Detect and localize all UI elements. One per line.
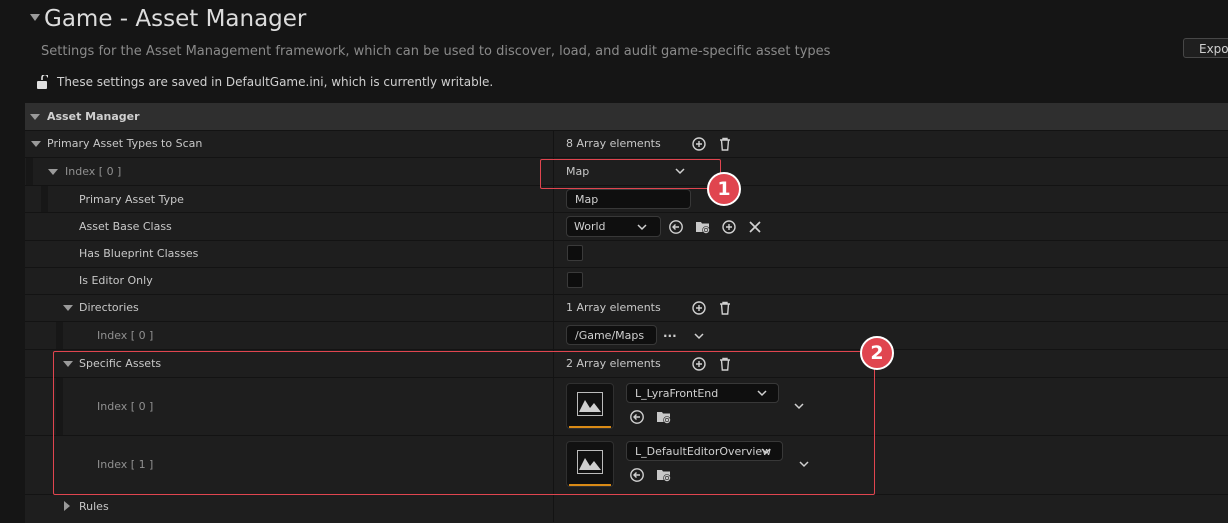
writable-notice: These settings are saved in DefaultGame.… bbox=[57, 75, 494, 89]
has-blueprint-classes-checkbox[interactable] bbox=[567, 245, 583, 261]
chevron-down-icon[interactable] bbox=[693, 331, 705, 341]
rules-label: Rules bbox=[79, 500, 109, 513]
callout-box-1 bbox=[540, 159, 721, 189]
more-options-button[interactable]: ... bbox=[663, 326, 677, 340]
collapse-caret-icon[interactable] bbox=[30, 14, 40, 21]
add-element-icon[interactable] bbox=[691, 136, 707, 152]
section-title: Asset Manager bbox=[47, 110, 140, 123]
use-selected-icon[interactable] bbox=[668, 219, 684, 235]
section-collapse-icon[interactable] bbox=[30, 114, 40, 120]
indent-guide bbox=[56, 322, 63, 349]
directories-count: 1 Array elements bbox=[566, 301, 661, 314]
callout-box-2 bbox=[53, 351, 875, 495]
callout-badge-1: 1 bbox=[707, 172, 741, 206]
expand-index-0-icon[interactable] bbox=[48, 169, 58, 175]
has-blueprint-classes-label: Has Blueprint Classes bbox=[79, 247, 199, 260]
add-element-icon[interactable] bbox=[691, 300, 707, 316]
trash-icon[interactable] bbox=[717, 300, 733, 316]
add-element-icon[interactable] bbox=[721, 219, 737, 235]
directory-path-input[interactable]: /Game/Maps bbox=[566, 325, 657, 345]
asset-base-class-label: Asset Base Class bbox=[79, 220, 172, 233]
asset-base-class-value: World bbox=[574, 220, 606, 233]
row-is-editor-only bbox=[25, 267, 1228, 295]
primary-asset-types-label: Primary Asset Types to Scan bbox=[47, 137, 203, 150]
primary-asset-type-input[interactable]: Map bbox=[566, 189, 691, 209]
trash-icon[interactable] bbox=[717, 136, 733, 152]
browse-folder-icon[interactable] bbox=[695, 219, 711, 235]
directories-label: Directories bbox=[79, 301, 139, 314]
expand-directories-icon[interactable] bbox=[63, 305, 73, 311]
export-button[interactable]: Expor bbox=[1183, 38, 1228, 58]
row-rules bbox=[25, 494, 1228, 523]
directory-index-0-label: Index [ 0 ] bbox=[97, 329, 154, 342]
row-has-blueprint-classes bbox=[25, 240, 1228, 268]
index-0-label: Index [ 0 ] bbox=[65, 165, 122, 178]
chevron-down-icon[interactable] bbox=[636, 222, 648, 232]
page-subtitle: Settings for the Asset Management framew… bbox=[41, 44, 831, 59]
is-editor-only-label: Is Editor Only bbox=[79, 274, 153, 287]
primary-asset-types-count: 8 Array elements bbox=[566, 137, 661, 150]
is-editor-only-checkbox[interactable] bbox=[567, 272, 583, 288]
close-icon[interactable] bbox=[747, 219, 763, 235]
expand-rules-icon[interactable] bbox=[64, 501, 70, 511]
section-header[interactable] bbox=[25, 103, 1228, 130]
expand-primary-asset-types-icon[interactable] bbox=[31, 141, 41, 147]
primary-asset-type-label: Primary Asset Type bbox=[79, 193, 184, 206]
unlock-icon bbox=[37, 75, 48, 89]
page-title: Game - Asset Manager bbox=[44, 6, 307, 32]
callout-badge-2: 2 bbox=[860, 336, 894, 370]
